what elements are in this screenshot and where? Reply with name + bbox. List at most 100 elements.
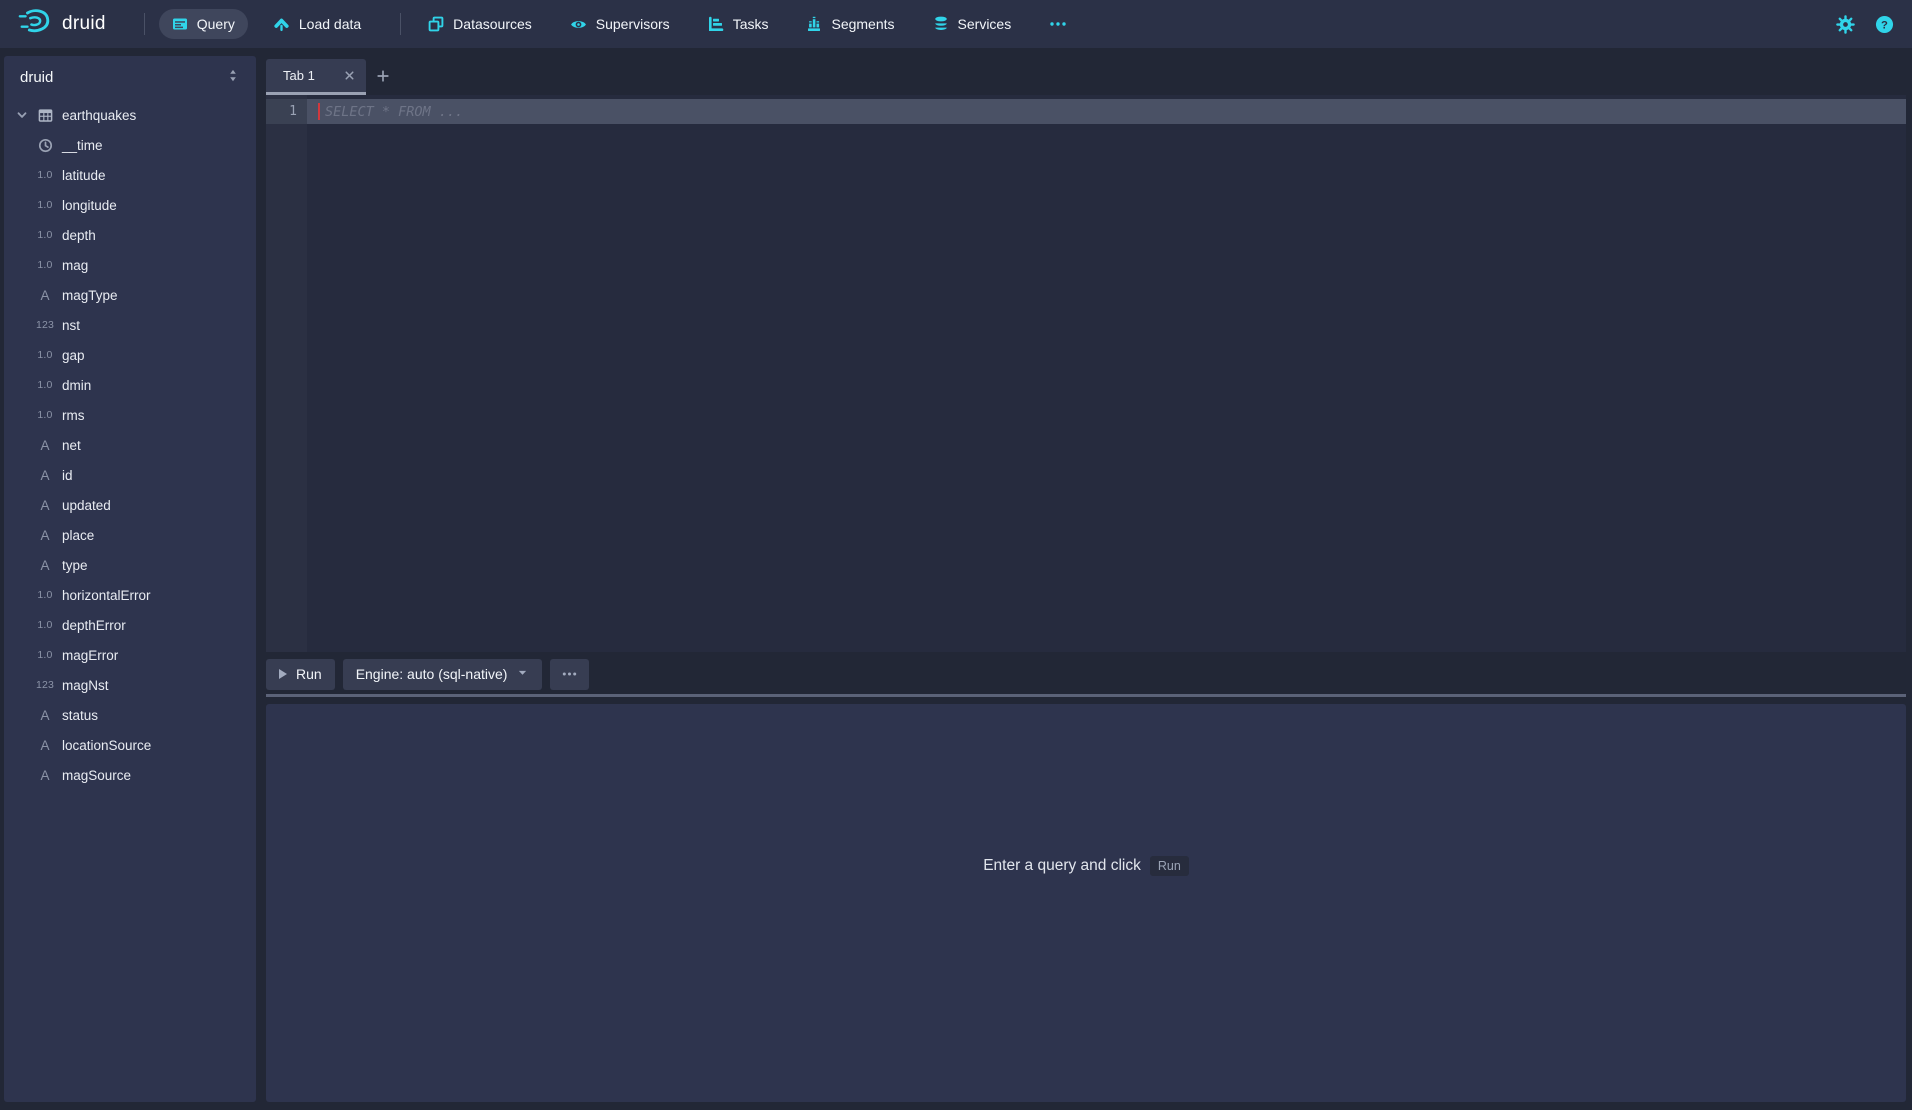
column-name: latitude	[62, 168, 106, 183]
line-number: 1	[266, 99, 307, 124]
query-tabbar: Tab 1	[266, 56, 1906, 92]
column-type-icon: A	[32, 558, 58, 573]
database-icon	[933, 16, 949, 32]
tree-column-row[interactable]: 123 nst	[4, 310, 256, 340]
column-name: dmin	[62, 378, 91, 393]
column-type-icon: 1.0	[32, 169, 58, 181]
nav-item-label: Services	[958, 16, 1012, 32]
column-name: id	[62, 468, 73, 483]
tree-column-row[interactable]: __time	[4, 130, 256, 160]
upload-icon	[273, 16, 290, 33]
column-type-icon: A	[32, 708, 58, 723]
add-tab-button[interactable]	[366, 59, 400, 92]
tree-column-row[interactable]: A magSource	[4, 760, 256, 790]
table-icon	[32, 108, 58, 123]
nav-item-segments[interactable]: Segments	[793, 9, 907, 39]
tree-column-row[interactable]: 1.0 dmin	[4, 370, 256, 400]
query-more-button[interactable]	[550, 659, 589, 690]
nav-item-services[interactable]: Services	[920, 9, 1025, 39]
tree-column-row[interactable]: A magType	[4, 280, 256, 310]
column-name: magSource	[62, 768, 131, 783]
tree-column-row[interactable]: 1.0 depthError	[4, 610, 256, 640]
tree-table-row[interactable]: earthquakes	[4, 100, 256, 130]
table-name: earthquakes	[62, 108, 136, 123]
gear-icon[interactable]	[1836, 15, 1855, 34]
tree-column-row[interactable]: A net	[4, 430, 256, 460]
column-name: magNst	[62, 678, 109, 693]
druid-brand[interactable]: druid	[18, 8, 106, 40]
nav-item-tasks[interactable]: Tasks	[695, 9, 782, 39]
nav-divider	[144, 13, 145, 35]
results-splitter-handle[interactable]	[266, 694, 1906, 697]
column-type-icon: 1.0	[32, 649, 58, 661]
tree-column-row[interactable]: A locationSource	[4, 730, 256, 760]
tree-column-row[interactable]: 1.0 latitude	[4, 160, 256, 190]
schema-select[interactable]: druid	[4, 56, 256, 98]
nav-item-more[interactable]	[1036, 9, 1080, 39]
column-name: depthError	[62, 618, 126, 633]
nav-item-query[interactable]: Query	[159, 9, 248, 39]
column-type-icon: 1.0	[32, 259, 58, 271]
tab-tab1[interactable]: Tab 1	[266, 59, 366, 92]
column-name: nst	[62, 318, 80, 333]
schema-select-value: druid	[20, 69, 53, 86]
tree-column-row[interactable]: 1.0 longitude	[4, 190, 256, 220]
tree-column-row[interactable]: 1.0 horizontalError	[4, 580, 256, 610]
column-name: status	[62, 708, 98, 723]
nav-item-label: Tasks	[733, 16, 769, 32]
tree-column-row[interactable]: 1.0 mag	[4, 250, 256, 280]
column-type-icon: 1.0	[32, 589, 58, 601]
double-caret-icon	[226, 68, 240, 87]
column-tree: earthquakes __time 1.0 latitude 1.0 long…	[4, 98, 256, 790]
eye-icon	[570, 16, 587, 33]
bar-chart-icon	[806, 16, 822, 32]
column-type-icon: A	[32, 528, 58, 543]
console-icon	[172, 16, 188, 32]
column-type-icon: 1.0	[32, 229, 58, 241]
play-icon	[279, 669, 287, 679]
nav-divider	[400, 13, 401, 35]
gantt-icon	[708, 16, 724, 32]
nav-item-load-data[interactable]: Load data	[260, 9, 374, 40]
tree-column-row[interactable]: 1.0 depth	[4, 220, 256, 250]
column-type-icon: A	[32, 288, 58, 303]
results-empty-message: Enter a query and click	[983, 857, 1141, 875]
run-button[interactable]: Run	[266, 659, 335, 690]
editor-current-line[interactable]: 1 SELECT * FROM ...	[266, 99, 1906, 124]
column-type-icon: 1.0	[32, 349, 58, 361]
tree-column-row[interactable]: 1.0 magError	[4, 640, 256, 670]
column-type-icon: A	[32, 738, 58, 753]
sql-editor[interactable]: 1 SELECT * FROM ...	[266, 95, 1906, 652]
clock-icon	[32, 138, 58, 153]
column-type-icon: 1.0	[32, 199, 58, 211]
tree-column-row[interactable]: 1.0 rms	[4, 400, 256, 430]
column-type-icon: 1.0	[32, 379, 58, 391]
tree-column-row[interactable]: A type	[4, 550, 256, 580]
column-name: type	[62, 558, 88, 573]
tree-column-row[interactable]: 123 magNst	[4, 670, 256, 700]
tree-column-row[interactable]: A status	[4, 700, 256, 730]
help-icon[interactable]: ?	[1875, 15, 1894, 34]
column-name: __time	[62, 138, 103, 153]
tree-column-row[interactable]: A id	[4, 460, 256, 490]
column-name: magError	[62, 648, 118, 663]
tree-column-row[interactable]: A place	[4, 520, 256, 550]
tree-column-row[interactable]: 1.0 gap	[4, 340, 256, 370]
chevron-down-icon[interactable]	[12, 108, 32, 122]
column-name: locationSource	[62, 738, 151, 753]
engine-select-label: Engine: auto (sql-native)	[356, 666, 508, 682]
results-panel: Enter a query and click Run	[266, 704, 1906, 1102]
nav-item-label: Supervisors	[596, 16, 670, 32]
nav-item-datasources[interactable]: Datasources	[415, 9, 545, 39]
nav-item-supervisors[interactable]: Supervisors	[557, 9, 683, 40]
svg-text:?: ?	[1881, 19, 1888, 31]
tree-column-row[interactable]: A updated	[4, 490, 256, 520]
close-icon[interactable]	[343, 69, 356, 82]
column-name: depth	[62, 228, 96, 243]
caret-down-icon	[516, 666, 529, 682]
column-type-icon: 1.0	[32, 409, 58, 421]
stacked-squares-icon	[428, 16, 444, 32]
tab-label: Tab 1	[283, 68, 315, 83]
column-name: mag	[62, 258, 88, 273]
engine-select[interactable]: Engine: auto (sql-native)	[343, 659, 543, 690]
